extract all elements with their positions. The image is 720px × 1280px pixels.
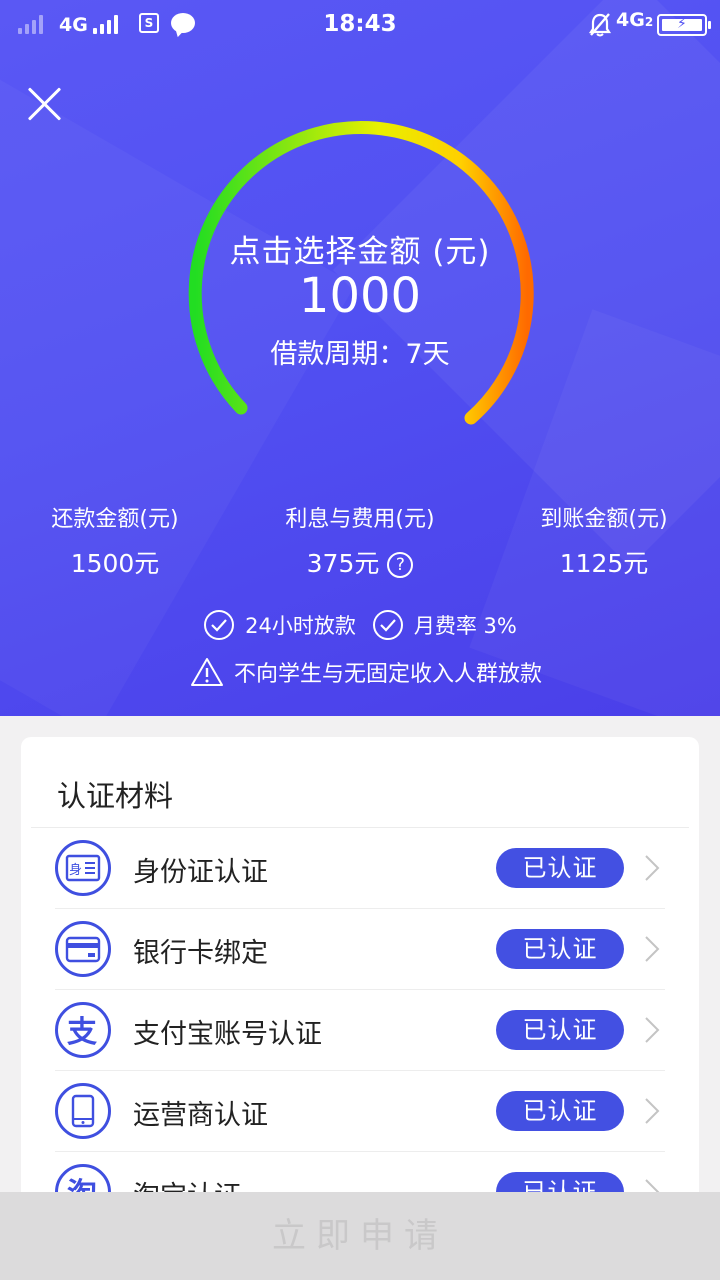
svg-text:身: 身 [69,862,82,878]
feature-item: 月费率 3% [372,609,517,641]
auth-label: 身份证认证 [133,857,268,888]
feature-list: 24小时放款 月费率 3% [0,609,720,641]
verified-badge[interactable]: 已认证 [496,929,624,969]
chevron-right-icon[interactable] [643,1097,661,1125]
network-type: 4G2 [616,9,654,31]
gauge-title: 点击选择金额 (元) [229,234,491,270]
stat-value: 1500元 [70,549,160,578]
stat-value: 1125元 [559,549,649,578]
id-card-icon: 身 [55,840,111,896]
battery-charging-icon: ⚡ [657,14,711,36]
verified-badge[interactable]: 已认证 [496,1091,624,1131]
stat-interest: 利息与费用(元) 375元? [240,505,480,581]
stat-label: 利息与费用(元) [285,507,435,532]
svg-text:支: 支 [67,1015,97,1048]
card-title: 认证材料 [57,779,174,813]
mute-bell-icon [588,13,612,37]
help-icon[interactable]: ? [387,552,414,578]
warning-icon [191,658,223,686]
auth-label: 银行卡绑定 [133,938,268,969]
loan-amount[interactable]: 1000 [0,268,720,324]
auth-row-carrier[interactable]: 运营商认证 已认证 [55,1071,665,1152]
phone-icon [55,1083,111,1139]
stat-received: 到账金额(元) 1125元 [484,505,720,581]
verified-badge[interactable]: 已认证 [496,1010,624,1050]
feature-item: 24小时放款 [203,609,356,641]
feature-label: 24小时放款 [245,614,356,638]
stat-label: 到账金额(元) [540,507,668,532]
check-circle-icon [372,610,403,640]
stat-label: 还款金额(元) [51,507,179,532]
status-time: 18:43 [323,11,397,37]
auth-row-bank-card[interactable]: 银行卡绑定 已认证 [55,909,665,990]
bank-card-icon [55,921,111,977]
auth-row-id-card[interactable]: 身 身份证认证 已认证 [55,828,665,909]
status-bar: 4G S 18:43 4G2 ⚡ [0,0,720,50]
feature-label: 月费率 3% [413,614,517,638]
auth-row-alipay[interactable]: 支 支付宝账号认证 已认证 [55,990,665,1071]
auth-label: 运营商认证 [133,1100,268,1131]
alipay-icon: 支 [55,1002,111,1058]
chevron-right-icon[interactable] [643,854,661,882]
check-circle-icon [204,610,235,640]
stat-value-wrap: 375元? [240,547,480,581]
auth-label: 支付宝账号认证 [133,1019,322,1050]
stat-repayment: 还款金额(元) 1500元 [0,505,235,581]
warning-notice: 不向学生与无固定收入人群放款 [190,656,542,688]
close-button[interactable] [24,84,64,124]
loan-period: 借款周期：7天 [270,339,450,370]
chevron-right-icon[interactable] [643,935,661,963]
stat-value: 375元 [306,549,380,578]
chevron-right-icon[interactable] [643,1016,661,1044]
apply-button[interactable]: 立即申请 [0,1192,720,1280]
loan-hero: 4G S 18:43 4G2 ⚡ 点击选择金额 (元) 1000 借款周期：7天… [0,0,720,716]
verified-badge[interactable]: 已认证 [496,848,624,888]
warning-text: 不向学生与无固定收入人群放款 [234,662,543,687]
